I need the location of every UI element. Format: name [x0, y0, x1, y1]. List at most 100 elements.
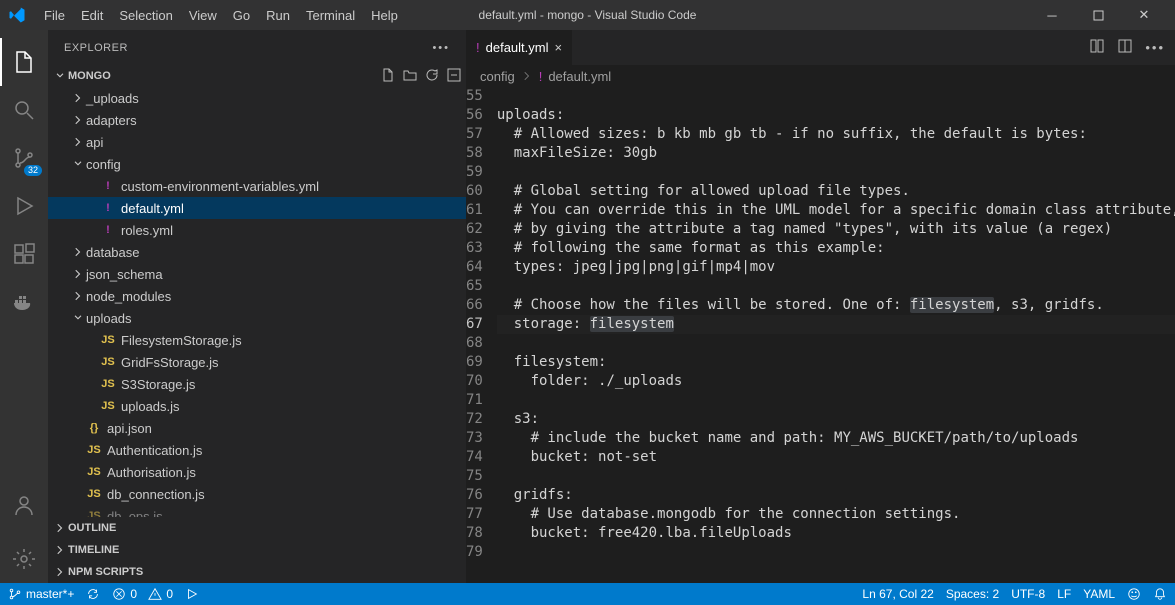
file-db_connection.js[interactable]: JS db_connection.js — [48, 483, 466, 505]
collapse-icon[interactable] — [446, 67, 462, 86]
breadcrumb-file[interactable]: default.yml — [548, 69, 611, 84]
explorer-more-icon[interactable]: ••• — [432, 42, 450, 54]
new-folder-icon[interactable] — [402, 67, 418, 86]
settings-icon[interactable] — [0, 535, 48, 583]
menu-selection[interactable]: Selection — [111, 0, 180, 30]
folder-_uploads[interactable]: _uploads — [48, 87, 466, 109]
split-icon[interactable] — [1117, 38, 1133, 57]
section-outline[interactable]: OUTLINE — [48, 517, 466, 539]
file-roles.yml[interactable]: !roles.yml — [48, 219, 466, 241]
yml-file-icon: ! — [100, 202, 116, 214]
file-custom-environment-variables.yml[interactable]: !custom-environment-variables.yml — [48, 175, 466, 197]
window-close[interactable]: ✕ — [1121, 0, 1167, 30]
folder-node_modules[interactable]: node_modules — [48, 285, 466, 307]
menu-terminal[interactable]: Terminal — [298, 0, 363, 30]
file-GridFsStorage.js[interactable]: JSGridFsStorage.js — [48, 351, 466, 373]
file-db_ops.js[interactable]: JS db_ops.js — [48, 505, 466, 517]
feedback-icon[interactable] — [1127, 587, 1141, 601]
tree-label: database — [86, 245, 140, 260]
file-FilesystemStorage.js[interactable]: JSFilesystemStorage.js — [48, 329, 466, 351]
tree-label: Authentication.js — [107, 443, 202, 458]
language-mode[interactable]: YAML — [1083, 587, 1115, 601]
menu-go[interactable]: Go — [225, 0, 258, 30]
window-maximize[interactable] — [1075, 0, 1121, 30]
sync-icon[interactable] — [86, 587, 100, 601]
json-file-icon: {} — [86, 422, 102, 434]
section-npm-scripts[interactable]: NPM SCRIPTS — [48, 561, 466, 583]
code-lines[interactable]: uploads: # Allowed sizes: b kb mb gb tb … — [497, 87, 1175, 583]
compare-icon[interactable] — [1089, 38, 1105, 57]
folder-adapters[interactable]: adapters — [48, 109, 466, 131]
menu-file[interactable]: File — [36, 0, 73, 30]
file-Authorisation.js[interactable]: JSAuthorisation.js — [48, 461, 466, 483]
account-icon[interactable] — [0, 481, 48, 529]
window-minimize[interactable]: ─ — [1029, 0, 1075, 30]
tree-label: config — [86, 157, 121, 172]
cursor-position[interactable]: Ln 67, Col 22 — [862, 587, 933, 601]
editor-more-icon[interactable]: ••• — [1145, 40, 1165, 55]
breadcrumb[interactable]: config ! default.yml — [466, 65, 1175, 87]
editor: ! default.yml × ••• config ! default.yml… — [466, 30, 1175, 583]
tree-label: roles.yml — [121, 223, 173, 238]
js-file-icon: JS — [100, 378, 116, 390]
extensions-icon[interactable] — [0, 230, 48, 278]
folder-section[interactable]: MONGO — [48, 65, 466, 87]
notifications-icon[interactable] — [1153, 587, 1167, 601]
close-icon[interactable]: × — [555, 40, 563, 55]
problems[interactable]: 0 0 — [112, 587, 173, 601]
docker-icon[interactable] — [0, 278, 48, 326]
source-control-icon[interactable]: 32 — [0, 134, 48, 182]
git-branch[interactable]: master*+ — [8, 587, 74, 601]
folder-uploads[interactable]: uploads — [48, 307, 466, 329]
tree-label: default.yml — [121, 201, 184, 216]
debug-start[interactable] — [185, 587, 199, 601]
folder-api[interactable]: api — [48, 131, 466, 153]
indent[interactable]: Spaces: 2 — [946, 587, 999, 601]
file-default.yml[interactable]: ! default.yml — [48, 197, 466, 219]
root-folder-name: MONGO — [68, 70, 111, 82]
tree-label: custom-environment-variables.yml — [121, 179, 319, 194]
folder-database[interactable]: database — [48, 241, 466, 263]
vscode-logo — [8, 6, 26, 24]
status-bar: master*+ 0 0 Ln 67, Col 22 Spaces: 2 UTF… — [0, 583, 1175, 605]
tree-label: _uploads — [86, 91, 139, 106]
refresh-icon[interactable] — [424, 67, 440, 86]
tree-label: db_ops.js — [107, 509, 163, 518]
new-file-icon[interactable] — [380, 67, 396, 86]
tree-label: uploads — [86, 311, 132, 326]
encoding[interactable]: UTF-8 — [1011, 587, 1045, 601]
menu-view[interactable]: View — [181, 0, 225, 30]
tree-label: uploads.js — [121, 399, 180, 414]
js-file-icon: JS — [86, 444, 102, 456]
js-file-icon: JS — [86, 488, 102, 500]
tree-label: Authorisation.js — [107, 465, 196, 480]
window-title: default.yml - mongo - Visual Studio Code — [479, 8, 697, 22]
folder-json_schema[interactable]: json_schema — [48, 263, 466, 285]
js-file-icon: JS — [86, 510, 102, 517]
menu-run[interactable]: Run — [258, 0, 298, 30]
tab-label: default.yml — [486, 40, 549, 55]
tree-label: GridFsStorage.js — [121, 355, 219, 370]
activity-bar: 32 — [0, 30, 48, 583]
code-editor[interactable]: 5556575859606162636465666768697071727374… — [466, 87, 1175, 583]
file-S3Storage.js[interactable]: JSS3Storage.js — [48, 373, 466, 395]
tree-label: db_connection.js — [107, 487, 205, 502]
file-uploads.js[interactable]: JS uploads.js — [48, 395, 466, 417]
breadcrumb-folder[interactable]: config — [480, 69, 515, 84]
section-timeline[interactable]: TIMELINE — [48, 539, 466, 561]
tree-label: adapters — [86, 113, 137, 128]
file-Authentication.js[interactable]: JS Authentication.js — [48, 439, 466, 461]
js-file-icon: JS — [100, 400, 116, 412]
explorer-icon[interactable] — [0, 38, 48, 86]
file-api.json[interactable]: {} api.json — [48, 417, 466, 439]
tree-label: api.json — [107, 421, 152, 436]
tab-default-yml[interactable]: ! default.yml × — [466, 30, 573, 65]
folder-config[interactable]: config — [48, 153, 466, 175]
eol[interactable]: LF — [1057, 587, 1071, 601]
menu-help[interactable]: Help — [363, 0, 406, 30]
menu-edit[interactable]: Edit — [73, 0, 111, 30]
line-gutter: 5556575859606162636465666768697071727374… — [466, 87, 497, 583]
sidebar: EXPLORER ••• MONGO _uploadsadaptersapico… — [48, 30, 466, 583]
search-icon[interactable] — [0, 86, 48, 134]
run-debug-icon[interactable] — [0, 182, 48, 230]
